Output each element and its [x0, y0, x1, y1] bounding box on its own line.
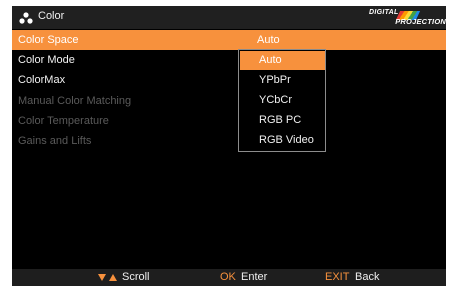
- dropdown-option-rgb-pc[interactable]: RGB PC: [240, 111, 325, 130]
- option-label: RGB PC: [259, 114, 302, 126]
- menu-header: Color DIGITAL PROJECTION: [12, 6, 446, 29]
- enter-hint-label: Enter: [241, 271, 268, 283]
- option-label: RGB Video: [259, 134, 314, 146]
- brand-logo: DIGITAL PROJECTION: [368, 9, 446, 27]
- menu-item-label: ColorMax: [18, 74, 66, 86]
- dropdown-option-rgb-video[interactable]: RGB Video: [240, 131, 325, 150]
- menu-item-colormax[interactable]: ColorMax: [12, 70, 446, 90]
- menu-item-color-temperature: Color Temperature: [12, 111, 446, 131]
- menu-item-label: Color Mode: [18, 54, 75, 66]
- dropdown-option-ycbcr[interactable]: YCbCr: [240, 91, 325, 110]
- exit-key-label: EXIT: [325, 271, 350, 283]
- dropdown-option-ypbpr[interactable]: YPbPr: [240, 71, 325, 90]
- color-dots-icon: [19, 12, 33, 24]
- menu-item-manual-color-matching: Manual Color Matching: [12, 91, 446, 111]
- up-down-arrows-icon: [98, 274, 117, 281]
- option-label: YPbPr: [259, 74, 291, 86]
- menu-title: Color: [38, 10, 65, 22]
- logo-text-bottom: PROJECTION: [395, 17, 446, 26]
- back-hint-label: Back: [355, 271, 380, 283]
- scroll-hint-label: Scroll: [122, 271, 150, 283]
- ok-key-label: OK: [220, 271, 236, 283]
- menu-item-label: Gains and Lifts: [18, 135, 92, 147]
- logo-text-top: DIGITAL: [369, 9, 399, 16]
- menu-item-label: Manual Color Matching: [18, 95, 132, 107]
- color-space-dropdown[interactable]: Auto YPbPr YCbCr RGB PC RGB Video: [238, 49, 326, 152]
- osd-screen: Color DIGITAL PROJECTION Color Space Aut…: [12, 6, 446, 286]
- menu-item-color-space[interactable]: Color Space Auto: [12, 30, 446, 50]
- menu-item-color-mode[interactable]: Color Mode: [12, 50, 446, 70]
- footer-hints: Scroll OK Enter EXIT Back: [12, 269, 446, 286]
- option-label: Auto: [259, 54, 282, 66]
- option-label: YCbCr: [259, 94, 293, 106]
- menu-item-value: Auto: [257, 34, 280, 46]
- menu-item-gains-and-lifts: Gains and Lifts: [12, 131, 446, 151]
- menu-item-label: Color Space: [18, 34, 79, 46]
- menu-item-label: Color Temperature: [18, 115, 109, 127]
- dropdown-option-auto[interactable]: Auto: [240, 51, 325, 70]
